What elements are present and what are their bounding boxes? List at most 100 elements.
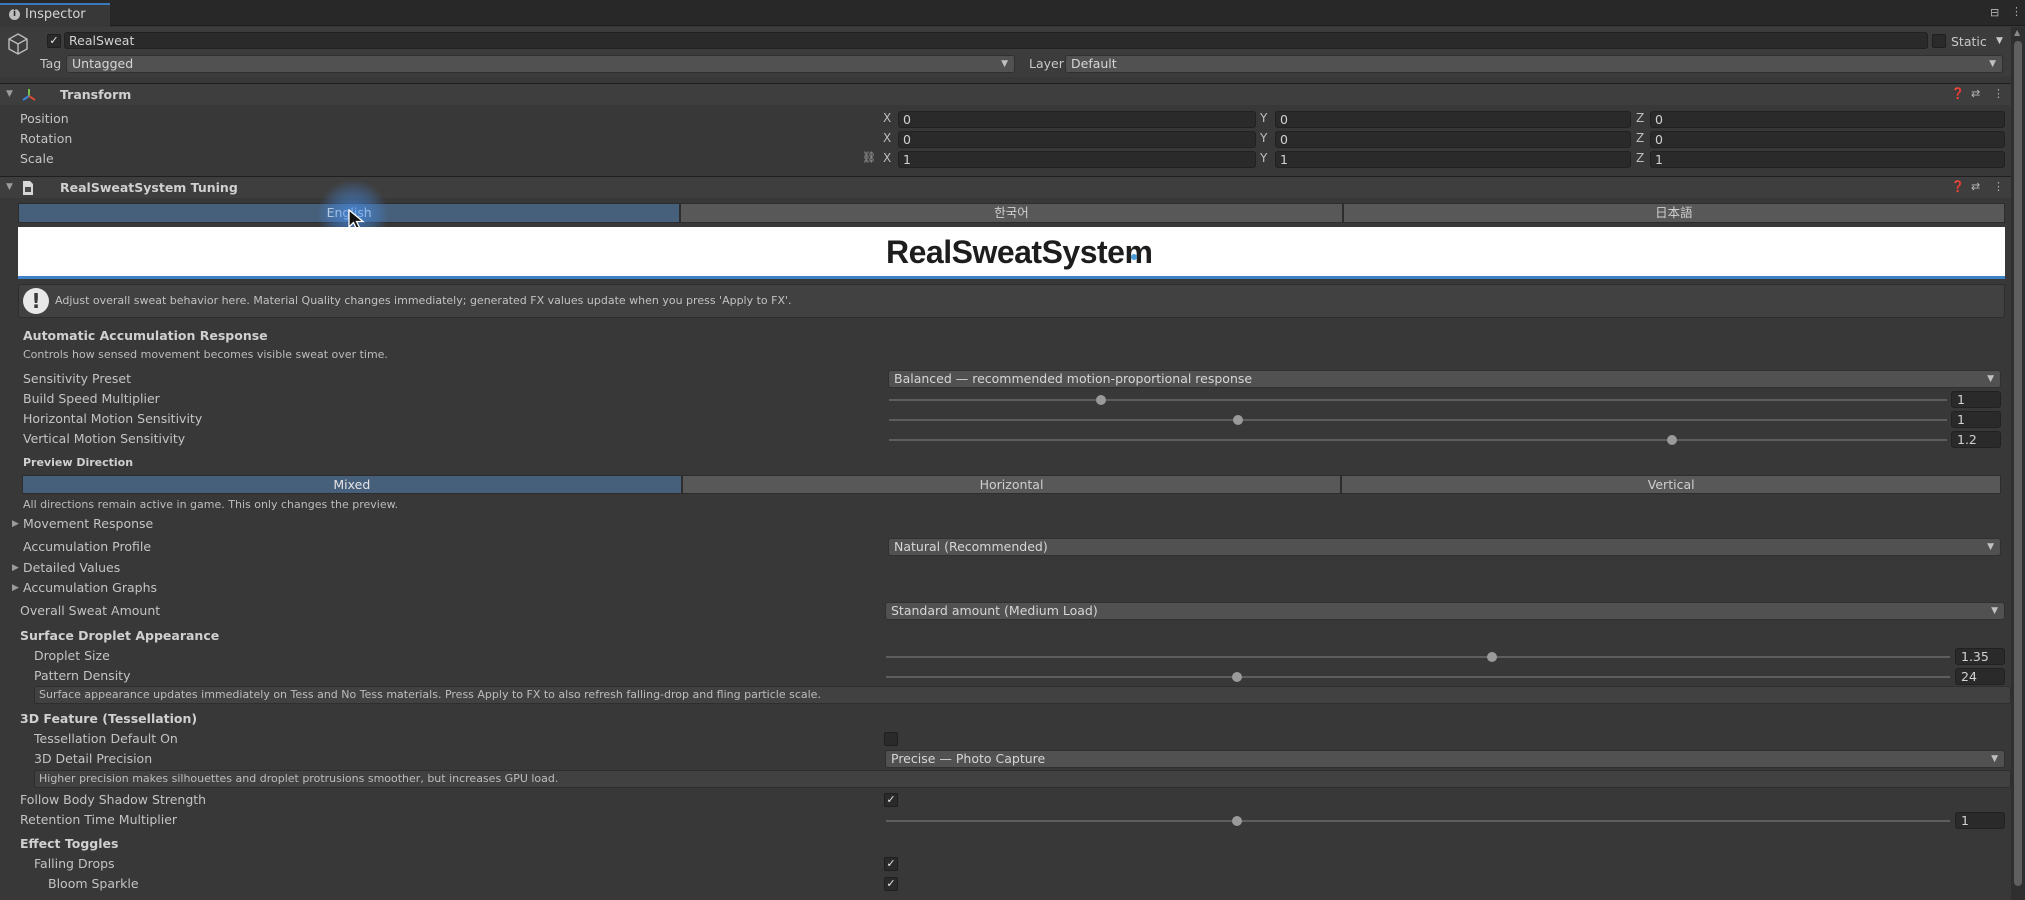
movement-response-foldout[interactable]: ▶ Movement Response bbox=[0, 514, 2011, 534]
sensitivity-preset-dropdown[interactable]: Balanced — recommended motion-proportion… bbox=[888, 370, 2001, 388]
scale-label: Scale bbox=[20, 151, 54, 166]
pattern-density-label: Pattern Density bbox=[34, 668, 131, 683]
sensitivity-preset-row: Sensitivity Preset Balanced — recommende… bbox=[0, 369, 2011, 389]
foldout-arrow-icon[interactable]: ▶ bbox=[12, 563, 19, 573]
script-icon bbox=[23, 181, 33, 195]
active-checkbox[interactable]: ✓ bbox=[47, 34, 61, 48]
more-options-icon[interactable]: ⋮ bbox=[2011, 5, 2022, 18]
tag-dropdown[interactable]: Untagged ▼ bbox=[66, 55, 1015, 73]
vertical-sensitivity-slider-thumb[interactable] bbox=[1666, 435, 1677, 445]
link-icon[interactable]: ⛓ bbox=[862, 151, 876, 164]
help-icon[interactable]: ❓ bbox=[1951, 180, 1965, 193]
axis-z-label: Z bbox=[1636, 151, 1645, 165]
layer-label: Layer bbox=[1029, 56, 1064, 71]
rotation-y-field[interactable]: 0 bbox=[1275, 131, 1631, 148]
vertical-scrollbar[interactable]: ▲ bbox=[2011, 27, 2025, 900]
transform-icon bbox=[22, 89, 36, 101]
tab-horizontal[interactable]: Horizontal bbox=[681, 475, 1342, 494]
axis-y-label: Y bbox=[1260, 131, 1268, 145]
detailed-values-foldout[interactable]: ▶ Detailed Values bbox=[0, 558, 2011, 578]
tess-default-checkbox[interactable] bbox=[884, 732, 898, 746]
vertical-sensitivity-input[interactable]: 1.2 bbox=[1951, 431, 2001, 448]
tab-japanese[interactable]: 日本語 bbox=[1342, 203, 2005, 223]
more-options-icon[interactable]: ⋮ bbox=[1993, 87, 2004, 100]
retention-row: Retention Time Multiplier 1 bbox=[0, 810, 2011, 830]
tab-vertical[interactable]: Vertical bbox=[1341, 475, 2002, 494]
rotation-z-field[interactable]: 0 bbox=[1650, 131, 2005, 148]
static-checkbox[interactable] bbox=[1932, 34, 1946, 48]
retention-slider-track[interactable] bbox=[886, 820, 1950, 822]
scroll-up-arrow-icon[interactable]: ▲ bbox=[2014, 28, 2020, 37]
component-header[interactable]: ▼ RealSweatSystem Tuning ❓ ⇄ ⋮ bbox=[0, 176, 2011, 198]
scale-z-field[interactable]: 1 bbox=[1650, 151, 2005, 168]
sensitivity-preset-label: Sensitivity Preset bbox=[23, 371, 132, 386]
vertical-sensitivity-slider-track[interactable] bbox=[889, 439, 1947, 441]
scale-y-field[interactable]: 1 bbox=[1275, 151, 1631, 168]
axis-x-label: X bbox=[883, 151, 892, 165]
position-z-field[interactable]: 0 bbox=[1650, 111, 2005, 128]
rotation-x-field[interactable]: 0 bbox=[898, 131, 1256, 148]
build-speed-slider-track[interactable] bbox=[889, 399, 1947, 401]
position-x-field[interactable]: 0 bbox=[898, 111, 1256, 128]
gameobject-name-field[interactable]: RealSweat bbox=[64, 32, 1928, 49]
overall-sweat-dropdown[interactable]: Standard amount (Medium Load) ▼ bbox=[885, 602, 2005, 620]
static-dropdown-arrow-icon[interactable]: ▼ bbox=[1996, 36, 2003, 46]
chevron-down-icon: ▼ bbox=[1987, 374, 1994, 384]
pattern-density-slider-track[interactable] bbox=[886, 676, 1950, 678]
static-label: Static bbox=[1951, 34, 1987, 49]
transform-title: Transform bbox=[60, 87, 132, 102]
lock-icon[interactable]: ⊟ bbox=[1990, 6, 1999, 19]
horizontal-sensitivity-input[interactable]: 1 bbox=[1951, 411, 2001, 428]
accumulation-profile-dropdown[interactable]: Natural (Recommended) ▼ bbox=[888, 538, 2001, 556]
detail-precision-dropdown[interactable]: Precise — Photo Capture ▼ bbox=[885, 750, 2005, 768]
droplet-size-slider-track[interactable] bbox=[886, 656, 1950, 658]
preset-icon[interactable]: ⇄ bbox=[1971, 180, 1980, 193]
foldout-arrow-icon[interactable]: ▶ bbox=[12, 583, 19, 593]
bloom-sparkle-checkbox[interactable]: ✓ bbox=[884, 877, 898, 891]
build-speed-slider-thumb[interactable] bbox=[1095, 395, 1106, 405]
horizontal-sensitivity-slider-track[interactable] bbox=[889, 419, 1947, 421]
droplet-size-slider-thumb[interactable] bbox=[1487, 652, 1498, 662]
pattern-density-input[interactable]: 24 bbox=[1955, 668, 2005, 685]
vertical-sensitivity-row: Vertical Motion Sensitivity 1.2 bbox=[0, 429, 2011, 449]
scale-x-field[interactable]: 1 bbox=[898, 151, 1256, 168]
chevron-down-icon: ▼ bbox=[1001, 59, 1008, 69]
component-title: RealSweatSystem Tuning bbox=[60, 180, 238, 195]
language-tabs: English 한국어 日本語 bbox=[18, 203, 2005, 223]
axis-y-label: Y bbox=[1260, 151, 1268, 165]
droplet-size-input[interactable]: 1.35 bbox=[1955, 648, 2005, 665]
falling-drops-checkbox[interactable]: ✓ bbox=[884, 857, 898, 871]
chevron-down-icon: ▼ bbox=[1991, 606, 1998, 616]
follow-shadow-checkbox[interactable]: ✓ bbox=[884, 793, 898, 807]
detailed-values-label: Detailed Values bbox=[23, 560, 121, 575]
build-speed-input[interactable]: 1 bbox=[1951, 391, 2001, 408]
layer-dropdown[interactable]: Default ▼ bbox=[1065, 55, 2003, 73]
foldout-arrow-icon[interactable]: ▼ bbox=[6, 182, 13, 192]
logo-text: RealSweatSystem bbox=[886, 234, 1153, 270]
retention-input[interactable]: 1 bbox=[1955, 812, 2005, 829]
accumulation-graphs-foldout[interactable]: ▶ Accumulation Graphs bbox=[0, 578, 2011, 598]
cube-icon bbox=[8, 33, 28, 55]
retention-slider-thumb[interactable] bbox=[1232, 816, 1243, 826]
tab-mixed[interactable]: Mixed bbox=[22, 475, 682, 494]
foldout-arrow-icon[interactable]: ▼ bbox=[6, 89, 13, 99]
accumulation-profile-row: Accumulation Profile Natural (Recommende… bbox=[0, 537, 2011, 557]
help-icon[interactable]: ❓ bbox=[1951, 87, 1965, 100]
foldout-arrow-icon[interactable]: ▶ bbox=[12, 519, 19, 529]
scale-row: Scale ⛓ X 1 Y 1 Z 1 bbox=[0, 149, 2011, 169]
tab-korean[interactable]: 한국어 bbox=[680, 203, 1343, 223]
axis-z-label: Z bbox=[1636, 131, 1645, 145]
more-options-icon[interactable]: ⋮ bbox=[1993, 180, 2004, 193]
position-y-field[interactable]: 0 bbox=[1275, 111, 1631, 128]
inspector-tab-bar: i Inspector ⊟ ⋮ bbox=[0, 0, 2025, 26]
inspector-tab[interactable]: i Inspector bbox=[0, 3, 110, 26]
pattern-density-slider-thumb[interactable] bbox=[1232, 672, 1243, 682]
horizontal-sensitivity-slider-thumb[interactable] bbox=[1233, 415, 1244, 425]
effects-section-title: Effect Toggles bbox=[20, 836, 119, 851]
transform-header[interactable]: ▼ Transform ❓ ⇄ ⋮ bbox=[0, 83, 2011, 105]
movement-response-label: Movement Response bbox=[23, 516, 154, 531]
build-speed-label: Build Speed Multiplier bbox=[23, 391, 160, 406]
build-speed-row: Build Speed Multiplier 1 bbox=[0, 389, 2011, 409]
preset-icon[interactable]: ⇄ bbox=[1971, 87, 1980, 100]
scrollbar-thumb[interactable] bbox=[2014, 41, 2022, 886]
